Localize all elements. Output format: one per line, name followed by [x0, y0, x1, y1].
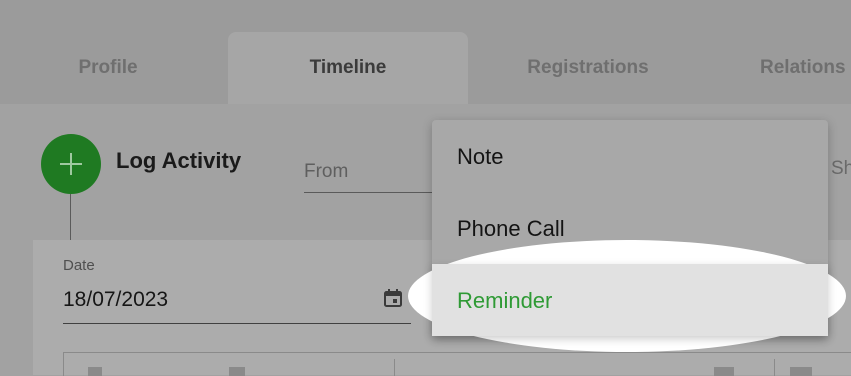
menu-item-note[interactable]: Note	[432, 120, 828, 192]
tab-label: Timeline	[309, 57, 387, 78]
tab-relations[interactable]: Relations	[708, 32, 851, 104]
menu-item-label: Phone Call	[457, 216, 565, 241]
tab-label: Relations	[760, 57, 846, 78]
show-filter-label: Sh	[831, 158, 851, 179]
toolbar-divider	[394, 359, 395, 376]
log-activity-button[interactable]	[41, 134, 101, 194]
toolbar-divider	[774, 359, 775, 376]
menu-item-reminder[interactable]: Reminder	[432, 264, 828, 336]
tab-bar: Profile Timeline Registrations Relations	[0, 0, 851, 104]
date-field[interactable]: 18/07/2023	[63, 280, 411, 324]
tab-label: Registrations	[527, 57, 649, 78]
tab-label: Profile	[78, 57, 138, 78]
from-placeholder: From	[304, 161, 349, 182]
menu-item-label: Note	[457, 144, 504, 169]
plus-icon	[60, 153, 82, 175]
tab-profile[interactable]: Profile	[0, 32, 216, 104]
date-label: Date	[63, 257, 95, 274]
editor-toolbar	[63, 352, 851, 376]
date-value: 18/07/2023	[63, 288, 169, 311]
calendar-icon[interactable]	[383, 288, 403, 313]
menu-item-label: Reminder	[457, 288, 553, 313]
log-activity-title: Log Activity	[116, 148, 242, 173]
tab-registrations[interactable]: Registrations	[468, 32, 708, 104]
timeline-connector	[70, 194, 71, 240]
tab-timeline[interactable]: Timeline	[228, 32, 468, 104]
